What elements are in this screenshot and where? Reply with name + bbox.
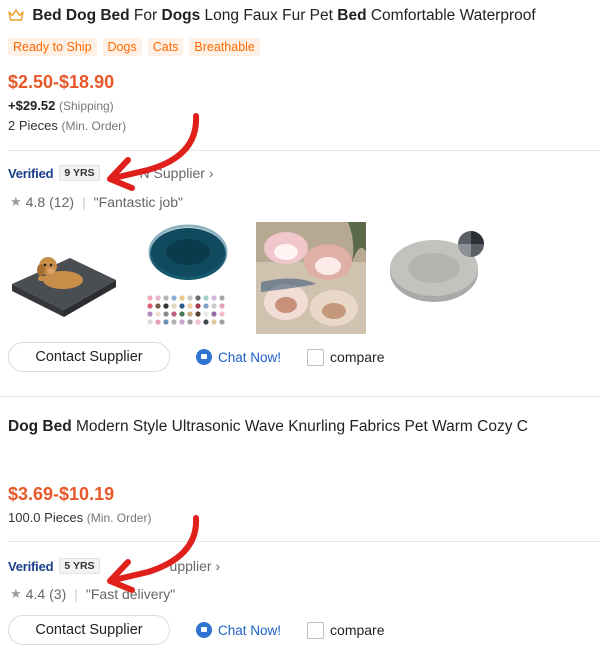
divider	[8, 541, 600, 542]
moq-label: (Min. Order)	[61, 119, 127, 133]
rating-count: (3)	[49, 586, 67, 602]
title-part: Bed	[337, 7, 367, 24]
supplier-name: upplier	[169, 558, 212, 574]
moq-value: 100.0 Pieces	[8, 510, 84, 525]
rating-row: ★ 4.4 (3) | "Fast delivery"	[10, 586, 175, 602]
moq-label: (Min. Order)	[86, 511, 152, 525]
tag-cats: Cats	[147, 38, 184, 56]
chat-now-link[interactable]: Chat Now!	[196, 349, 281, 365]
chat-icon	[196, 349, 212, 365]
supplier-row: Verified 5 YRS upplier ›	[8, 558, 220, 574]
rating-count: (12)	[49, 194, 75, 210]
crown-icon	[8, 8, 24, 27]
supplier-name: N Supplier	[139, 165, 205, 181]
supplier-link[interactable]: upplier ›	[170, 558, 221, 574]
tag-breathable: Breathable	[189, 38, 260, 56]
star-icon: ★	[10, 586, 22, 601]
chat-now-link[interactable]: Chat Now!	[196, 622, 281, 638]
review-snippet: "Fantastic job"	[93, 194, 183, 210]
contact-supplier-button[interactable]: Contact Supplier	[8, 615, 170, 645]
star-icon: ★	[10, 194, 22, 209]
action-row: Contact Supplier Chat Now! compare	[8, 342, 385, 372]
shipping-cost: +$29.52 (Shipping)	[8, 98, 114, 113]
years-badge: 9 YRS	[59, 165, 100, 181]
product-title[interactable]: Bed Dog Bed For Dogs Long Faux Fur Pet B…	[8, 7, 536, 27]
product-card-2: Dog Bed Modern Style Ultrasonic Wave Knu…	[0, 398, 600, 650]
thumbnail-cave-beds[interactable]	[256, 222, 366, 334]
title-part: Long Faux Fur Pet	[200, 7, 338, 24]
chat-icon	[196, 622, 212, 638]
min-order: 100.0 Pieces (Min. Order)	[8, 510, 151, 525]
shipping-label: (Shipping)	[58, 99, 114, 113]
tag-list: Ready to Ship Dogs Cats Breathable	[8, 38, 260, 56]
supplier-row: Verified 9 YRS N Supplier ›	[8, 165, 213, 181]
title-part: Comfortable Waterproof	[366, 7, 536, 24]
title-part: For	[129, 7, 162, 24]
compare-label: compare	[330, 622, 385, 638]
price-range: $3.69-$10.19	[8, 484, 115, 504]
product-card-1: Bed Dog Bed For Dogs Long Faux Fur Pet B…	[0, 0, 600, 394]
divider	[8, 150, 600, 151]
separator: |	[74, 586, 78, 602]
title-part: Dogs	[161, 7, 201, 24]
action-row: Contact Supplier Chat Now! compare	[8, 615, 385, 645]
review-snippet: "Fast delivery"	[85, 586, 176, 602]
rating-value: 4.4	[25, 586, 46, 602]
product-title[interactable]: Dog Bed Modern Style Ultrasonic Wave Knu…	[8, 418, 528, 436]
chevron-right-icon: ›	[208, 165, 214, 181]
compare-label: compare	[330, 349, 385, 365]
moq-value: 2 Pieces	[8, 118, 58, 133]
title-part: Bed Dog Bed	[32, 7, 130, 24]
shipping-amount: +$29.52	[8, 98, 56, 113]
chat-label: Chat Now!	[218, 622, 282, 638]
compare-toggle[interactable]: compare	[307, 621, 385, 639]
contact-supplier-button[interactable]: Contact Supplier	[8, 342, 170, 372]
years-badge: 5 YRS	[59, 558, 100, 574]
separator: |	[82, 194, 86, 210]
verified-badge: Verified	[8, 165, 54, 181]
card-separator	[0, 396, 600, 397]
rating-row: ★ 4.8 (12) | "Fantastic job"	[10, 194, 183, 210]
verified-badge: Verified	[8, 558, 54, 574]
thumbnail-donut-bed[interactable]	[132, 222, 244, 334]
price-range: $2.50-$18.90	[8, 72, 115, 92]
chevron-right-icon: ›	[215, 558, 221, 574]
tag-ready-to-ship: Ready to Ship	[8, 38, 97, 56]
title-part: Modern Style Ultrasonic Wave Knurling Fa…	[71, 418, 528, 435]
supplier-link[interactable]: N Supplier ›	[140, 165, 214, 181]
compare-checkbox[interactable]	[307, 348, 325, 366]
chat-label: Chat Now!	[218, 349, 282, 365]
min-order: 2 Pieces (Min. Order)	[8, 118, 126, 133]
thumbnail-dog-bed[interactable]	[8, 222, 120, 334]
compare-toggle[interactable]: compare	[307, 348, 385, 366]
thumbnail-round-plush-bed[interactable]	[378, 222, 490, 334]
rating-value: 4.8	[25, 194, 46, 210]
product-thumbnails	[8, 222, 490, 334]
tag-dogs: Dogs	[102, 38, 142, 56]
compare-checkbox[interactable]	[307, 621, 325, 639]
title-part: Dog Bed	[8, 418, 72, 435]
